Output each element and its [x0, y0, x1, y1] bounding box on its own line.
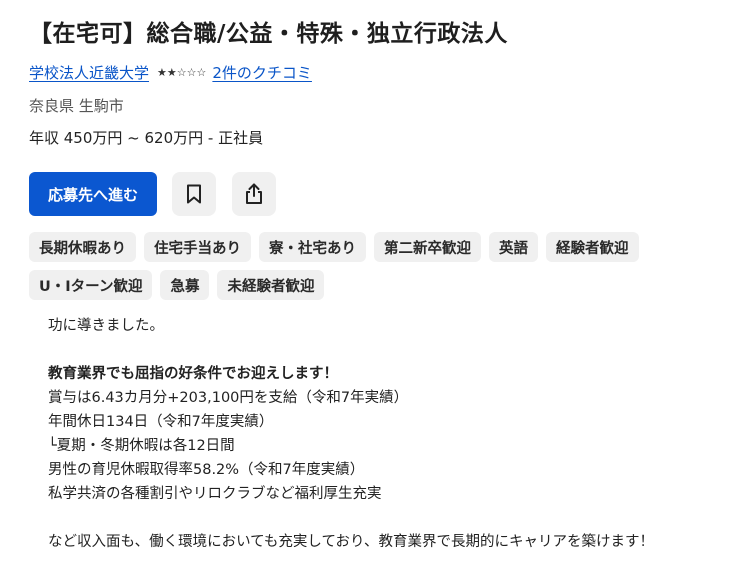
description-line: 賞与は6.43カ月分+203,100円を支給（令和7年実績） — [48, 390, 409, 406]
reviews-link[interactable]: 2件のクチコミ — [212, 62, 312, 83]
tag: 英語 — [489, 232, 538, 262]
job-description: 功に導きました。 教育業界でも屈指の好条件でお迎えします！ 賞与は6.43カ月分… — [48, 300, 728, 573]
share-icon — [246, 183, 262, 204]
star-filled-icon: ★ — [157, 65, 167, 79]
job-location: 奈良県 生駒市 — [29, 97, 124, 115]
share-button[interactable] — [232, 172, 276, 216]
star-empty-icon: ☆ — [176, 65, 187, 79]
company-rating-row: 学校法人近畿大学 ★★☆☆☆ 2件のクチコミ — [29, 61, 312, 83]
description-line: など収入面も、働く環境においても充実しており、教育業界で長期的にキャリアを築けま… — [48, 534, 654, 550]
apply-button[interactable]: 応募先へ進む — [29, 172, 157, 216]
employment-type: - 正社員 — [207, 129, 264, 147]
tag: 第二新卒歓迎 — [374, 232, 481, 262]
description-line: 年間休日134日（令和7年度実績） — [48, 414, 274, 430]
tag: 急募 — [160, 270, 210, 300]
save-button[interactable] — [172, 172, 216, 216]
tag-row: U・Iターン歓迎 急募 未経験者歓迎 — [29, 270, 729, 300]
tag: 寮・社宅あり — [259, 232, 366, 262]
job-title: 【在宅可】総合職/公益・特殊・独立行政法人 — [29, 21, 508, 47]
description-line — [48, 506, 654, 530]
description-line: 私学共済の各種割引やリロクラブなど福利厚生充実 — [48, 486, 382, 502]
tag: U・Iターン歓迎 — [29, 270, 153, 300]
star-filled-icon: ★ — [166, 65, 177, 79]
description-line: 功に導きました。 — [48, 318, 164, 334]
rating-stars: ★★☆☆☆ — [157, 66, 206, 79]
description-heading: 教育業界でも屈指の好条件でお迎えします！ — [48, 366, 338, 382]
tag: 未経験者歓迎 — [217, 270, 325, 300]
tag-row: 長期休暇あり 住宅手当あり 寮・社宅あり 第二新卒歓迎 英語 経験者歓迎 — [29, 232, 729, 262]
description-body: 功に導きました。 教育業界でも屈指の好条件でお迎えします！ 賞与は6.43カ月分… — [48, 314, 654, 554]
salary: 年収 450万円 ~ 620万円 — [29, 129, 204, 147]
tag: 経験者歓迎 — [546, 232, 639, 262]
star-empty-icon: ☆ — [186, 65, 197, 79]
action-bar: 応募先へ進む — [29, 172, 276, 216]
description-line — [48, 338, 654, 362]
description-line: 男性の育児休暇取得率58.2%（令和7年度実績） — [48, 462, 365, 478]
company-link[interactable]: 学校法人近畿大学 — [29, 62, 149, 83]
tag-list: 長期休暇あり 住宅手当あり 寮・社宅あり 第二新卒歓迎 英語 経験者歓迎 U・I… — [29, 232, 729, 308]
description-line: └夏期・冬期休暇は各12日間 — [48, 438, 235, 454]
tag: 長期休暇あり — [29, 232, 136, 262]
salary-row: 年収 450万円 ~ 620万円 - 正社員 — [29, 127, 263, 148]
tag: 住宅手当あり — [144, 232, 251, 262]
star-empty-icon: ☆ — [196, 65, 207, 79]
bookmark-icon — [187, 184, 201, 204]
